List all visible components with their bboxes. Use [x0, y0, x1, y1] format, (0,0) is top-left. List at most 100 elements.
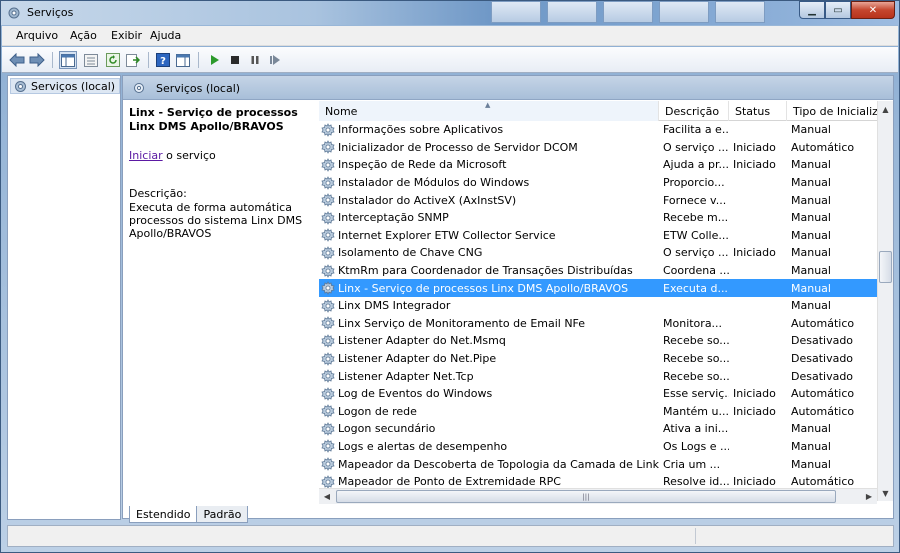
status-bar-separator	[695, 528, 696, 544]
back-button[interactable]	[8, 51, 26, 69]
table-row[interactable]: Mapeador da Descoberta de Topologia da C…	[319, 455, 881, 473]
table-row[interactable]: Listener Adapter Net.Tcp Recebe so... Desa…	[319, 367, 881, 385]
service-name: Instalador de Módulos do Windows	[338, 176, 530, 190]
horizontal-scroll-thumb[interactable]: |||	[336, 490, 836, 503]
close-button[interactable]: ✕	[851, 1, 895, 19]
cell-startup-type: Automático	[791, 140, 855, 154]
table-row[interactable]: Isolamento de Chave CNG O serviço ... Inic…	[319, 244, 881, 262]
refresh-button[interactable]	[104, 51, 122, 69]
view-tabs: Estendido Padrão	[129, 506, 249, 523]
table-row[interactable]: Logs e alertas de desempenho Os Logs e ..…	[319, 438, 881, 456]
table-row[interactable]: Interceptação SNMP Recebe m... Manual	[319, 209, 881, 227]
scroll-left-icon[interactable]: ◀	[319, 489, 335, 504]
cell-name: KtmRm para Coordenador de Transações Dis…	[319, 263, 659, 278]
table-row[interactable]: KtmRm para Coordenador de Transações Dis…	[319, 262, 881, 280]
cell-name: Logon de rede	[319, 404, 659, 419]
cell-status: Iniciado	[733, 404, 776, 418]
scroll-right-icon[interactable]: ▶	[861, 489, 877, 504]
maximize-button[interactable]: ▭	[825, 1, 851, 19]
help-button[interactable]: ?	[154, 51, 172, 69]
export-list-button[interactable]	[124, 51, 142, 69]
column-header-status[interactable]: Status	[729, 101, 787, 121]
start-service-button[interactable]	[206, 51, 224, 69]
vertical-scroll-thumb[interactable]	[879, 251, 892, 283]
table-row[interactable]: Linx - Serviço de processos Linx DMS Apo…	[319, 279, 881, 297]
cell-status: Iniciado	[733, 246, 776, 260]
close-icon: ✕	[868, 4, 878, 16]
start-service-suffix: o serviço	[162, 149, 216, 162]
table-row[interactable]: Logon de rede Mantém u... Iniciado Automáti…	[319, 403, 881, 421]
background-ribbon-5	[715, 1, 765, 23]
table-row[interactable]: Log de Eventos do Windows Esse serviç... I…	[319, 385, 881, 403]
stop-icon	[231, 56, 239, 64]
vertical-scrollbar[interactable]: ▲ ▼	[877, 101, 893, 501]
table-row[interactable]: Instalador de Módulos do Windows Proporci…	[319, 174, 881, 192]
service-gear-icon	[321, 228, 335, 243]
pane-header-title: Serviços (local)	[156, 82, 241, 95]
cell-description: O serviço ...	[663, 140, 729, 154]
tree-item-services-local[interactable]: Serviços (local)	[10, 78, 121, 94]
cell-description: Os Logs e ...	[663, 439, 729, 453]
service-gear-icon	[321, 210, 335, 225]
service-gear-icon	[321, 369, 335, 384]
minimize-button[interactable]: ▁	[799, 1, 825, 19]
service-name: Mapeador de Ponto de Extremidade RPC	[338, 475, 561, 489]
play-icon	[211, 55, 219, 65]
table-row[interactable]: Instalador do ActiveX (AxInstSV) Fornece …	[319, 191, 881, 209]
menu-arquivo[interactable]: Arquivo	[16, 29, 58, 42]
menu-acao[interactable]: Ação	[70, 29, 97, 42]
restart-service-button[interactable]	[266, 51, 284, 69]
table-row[interactable]: Inspeção de Rede da Microsoft Ajuda a pr.…	[319, 156, 881, 174]
cell-name: Log de Eventos do Windows	[319, 386, 659, 401]
table-row[interactable]: Listener Adapter do Net.Pipe Recebe so...…	[319, 350, 881, 368]
list-header: Nome ▲ Descrição Status Tipo de Iniciali…	[319, 101, 881, 121]
action-pane-button[interactable]	[174, 51, 192, 69]
table-row[interactable]: Linx DMS Integrador Manual	[319, 297, 881, 315]
menu-ajuda[interactable]: Ajuda	[150, 29, 181, 42]
tab-padrao[interactable]: Padrão	[196, 506, 249, 523]
cell-name: Mapeador de Ponto de Extremidade RPC	[319, 474, 659, 489]
cell-startup-type: Manual	[791, 281, 831, 295]
column-header-startup-type[interactable]: Tipo de Inicializa	[787, 101, 881, 121]
service-name: Linx - Serviço de processos Linx DMS Apo…	[338, 281, 629, 295]
service-gear-icon	[321, 351, 335, 366]
start-service-link[interactable]: Iniciar	[129, 149, 163, 162]
cell-description: Cria um ...	[663, 457, 721, 471]
horizontal-scrollbar[interactable]: ◀ ||| ▶	[319, 488, 877, 504]
background-ribbon-1	[491, 1, 541, 23]
scroll-down-icon[interactable]: ▼	[878, 485, 893, 501]
cell-status: Iniciado	[733, 475, 776, 489]
column-header-status-label: Status	[735, 105, 771, 118]
cell-startup-type: Automático	[791, 404, 855, 418]
forward-button[interactable]	[28, 51, 46, 69]
table-row[interactable]: Logon secundário Ativa a ini... Manual	[319, 420, 881, 438]
cell-startup-type: Manual	[791, 439, 831, 453]
description-label: Descrição:	[129, 187, 187, 200]
menu-exibir[interactable]: Exibir	[111, 29, 142, 42]
service-name: Listener Adapter Net.Tcp	[338, 369, 474, 383]
table-row[interactable]: Listener Adapter do Net.Msmq Recebe so...…	[319, 332, 881, 350]
window-title: Serviços	[27, 6, 74, 19]
cell-startup-type: Manual	[791, 264, 831, 278]
cell-startup-type: Manual	[791, 228, 831, 242]
stop-service-button[interactable]	[226, 51, 244, 69]
properties-button[interactable]	[82, 51, 100, 69]
services-list: Nome ▲ Descrição Status Tipo de Iniciali…	[319, 101, 881, 501]
table-row[interactable]: Informações sobre Aplicativos Facilita a …	[319, 121, 881, 139]
service-gear-icon	[321, 193, 335, 208]
title-bar[interactable]: Serviços ▁ ▭ ✕	[1, 1, 899, 25]
table-row[interactable]: Linx Serviço de Monitoramento de Email N…	[319, 315, 881, 333]
cell-status: Iniciado	[733, 158, 776, 172]
table-row[interactable]: Internet Explorer ETW Collector Service E…	[319, 227, 881, 245]
tab-estendido[interactable]: Estendido	[129, 506, 198, 523]
column-header-description[interactable]: Descrição	[659, 101, 729, 121]
pause-service-button[interactable]	[246, 51, 264, 69]
service-name: Instalador do ActiveX (AxInstSV)	[338, 193, 517, 207]
show-console-tree-button[interactable]	[59, 51, 77, 69]
arrow-right-icon	[29, 53, 45, 67]
toolbar-separator	[52, 52, 53, 68]
scroll-up-icon[interactable]: ▲	[878, 101, 893, 117]
column-header-name[interactable]: Nome ▲	[319, 101, 659, 121]
selected-service-name: Linx - Serviço de processos Linx DMS Apo…	[129, 106, 298, 133]
table-row[interactable]: Inicializador de Processo de Servidor DC…	[319, 139, 881, 157]
